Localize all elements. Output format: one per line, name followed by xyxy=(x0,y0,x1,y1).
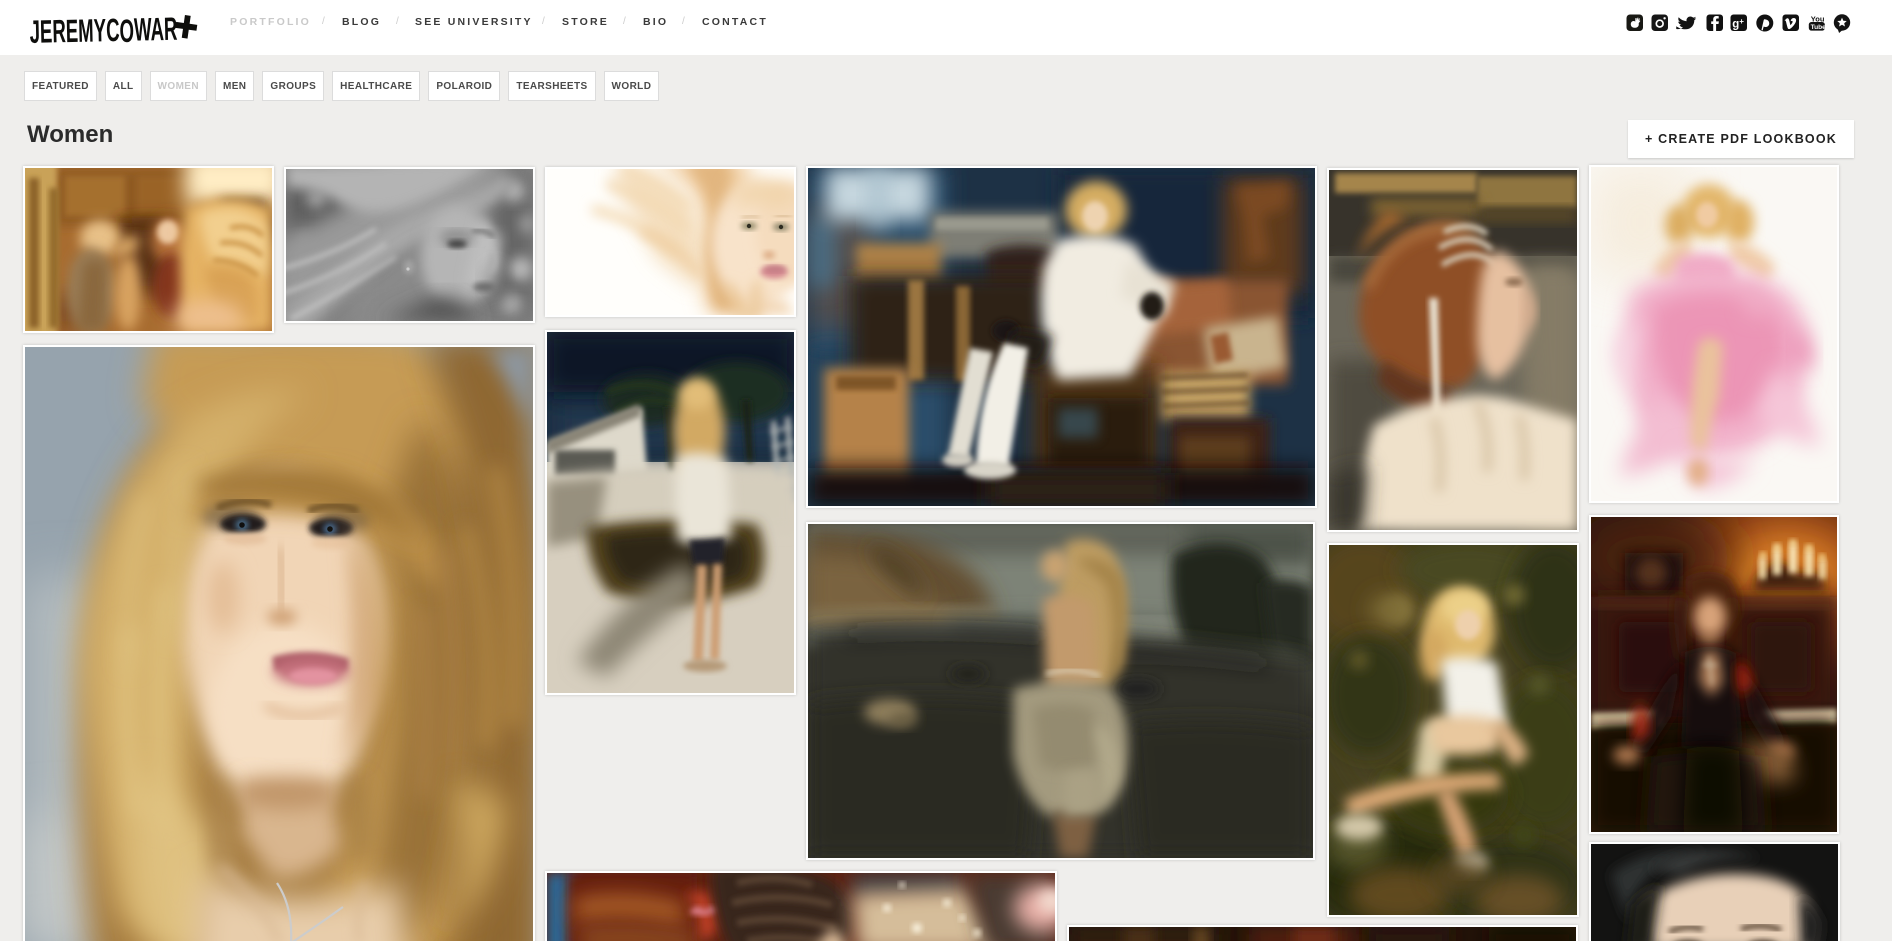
svg-text:+: + xyxy=(1739,17,1744,26)
svg-text:Tube: Tube xyxy=(1811,24,1826,31)
svg-text:g: g xyxy=(1732,19,1739,31)
svg-text:JEREMYCOWAR: JEREMYCOWAR xyxy=(29,11,178,50)
